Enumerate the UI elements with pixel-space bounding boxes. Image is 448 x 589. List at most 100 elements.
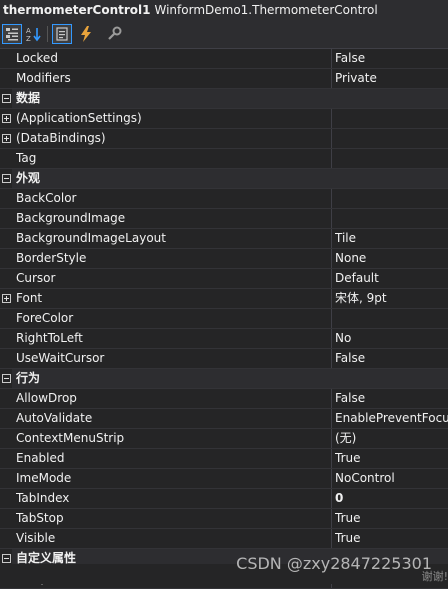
property-name: Modifiers <box>16 71 71 85</box>
property-value[interactable]: False <box>335 389 448 408</box>
property-value[interactable]: NoControl <box>335 469 448 488</box>
property-row[interactable]: ContextMenuStrip (无) <box>0 429 448 449</box>
category-row[interactable]: 外观 <box>0 169 448 189</box>
row-gutter <box>0 249 12 268</box>
property-name: BackgroundImage <box>16 211 126 225</box>
property-row[interactable]: ImeMode NoControl <box>0 469 448 489</box>
property-row[interactable]: Cursor Default <box>0 269 448 289</box>
property-value[interactable]: 宋体, 9pt <box>335 289 448 308</box>
property-name: BorderStyle <box>16 251 87 265</box>
property-pages-icon <box>108 26 122 40</box>
row-gutter <box>0 269 12 288</box>
property-value[interactable]: Tile <box>335 229 448 248</box>
property-name: RightToLeft <box>16 331 83 345</box>
property-row[interactable]: UseWaitCursor False <box>0 349 448 369</box>
property-row[interactable]: AutoValidate EnablePreventFocusChange <box>0 409 448 429</box>
properties-icon <box>56 27 68 41</box>
expand-icon[interactable] <box>2 114 11 123</box>
properties-title-bar: thermometerControl1 WinformDemo1.Thermome… <box>0 0 448 21</box>
property-value[interactable]: False <box>335 49 448 68</box>
property-name: Visible <box>16 531 56 545</box>
row-gutter <box>0 449 12 468</box>
property-pages-button[interactable] <box>104 24 124 44</box>
property-name: Cursor <box>16 271 56 285</box>
row-gutter <box>0 329 12 348</box>
property-row[interactable]: AllowDrop False <box>0 389 448 409</box>
property-row[interactable]: BorderStyle None <box>0 249 448 269</box>
row-gutter <box>0 49 12 68</box>
row-gutter <box>0 509 12 528</box>
property-value[interactable]: True <box>335 509 448 528</box>
property-row[interactable]: BackgroundImageLayout Tile <box>0 229 448 249</box>
row-gutter <box>0 189 12 208</box>
svg-text:A: A <box>26 27 31 35</box>
property-name: (DataBindings) <box>16 131 106 145</box>
property-value[interactable]: 0 <box>335 489 448 508</box>
row-gutter <box>0 489 12 508</box>
property-name: ImeMode <box>16 471 72 485</box>
property-row[interactable]: TabStop True <box>0 509 448 529</box>
alphabetical-button[interactable]: A Z <box>24 24 44 44</box>
property-name: Font <box>16 291 43 305</box>
property-name: (ApplicationSettings) <box>16 111 142 125</box>
property-grid: Locked False Modifiers Private 数据 (Applicatio… <box>0 49 448 589</box>
row-gutter <box>0 69 12 88</box>
property-row[interactable]: ForeColorControlText <box>0 309 448 329</box>
collapse-icon[interactable] <box>2 174 11 183</box>
property-name: Locked <box>16 51 58 65</box>
row-gutter <box>0 429 12 448</box>
category-label: 行为 <box>16 371 41 385</box>
property-value[interactable]: Private <box>335 69 448 88</box>
category-label: 数据 <box>16 91 41 105</box>
categorized-button[interactable] <box>2 24 22 44</box>
watermark-fragment: 谢谢! <box>421 570 448 583</box>
collapse-icon[interactable] <box>2 554 11 563</box>
property-row[interactable]: TabIndex 0 <box>0 489 448 509</box>
property-name: BackgroundImageLayout <box>16 231 166 245</box>
properties-button[interactable] <box>52 24 72 44</box>
property-row[interactable]: BackgroundImage(无) <box>0 209 448 229</box>
events-button[interactable] <box>76 24 96 44</box>
svg-text:Z: Z <box>26 35 31 42</box>
property-row[interactable]: RightToLeft No <box>0 329 448 349</box>
property-value[interactable]: Default <box>335 269 448 288</box>
watermark: CSDN @zxy2847225301 <box>236 554 432 573</box>
selected-control-type: WinformDemo1.ThermometerControl <box>154 3 378 17</box>
property-value[interactable]: No <box>335 329 448 348</box>
collapse-icon[interactable] <box>2 94 11 103</box>
categorized-icon <box>6 28 18 41</box>
row-gutter <box>0 309 12 328</box>
property-value[interactable]: EnablePreventFocusChange <box>335 409 448 428</box>
property-value[interactable]: (无) <box>335 429 448 448</box>
property-row[interactable]: Font 宋体, 9pt <box>0 289 448 309</box>
expand-icon[interactable] <box>2 294 11 303</box>
property-name: AutoValidate <box>16 411 93 425</box>
category-row[interactable]: 数据 <box>0 89 448 109</box>
property-value[interactable]: True <box>335 449 448 468</box>
property-value[interactable]: True <box>335 529 448 548</box>
property-name: Enabled <box>16 451 65 465</box>
row-gutter <box>0 209 12 228</box>
property-row[interactable]: Enabled True <box>0 449 448 469</box>
property-name: Tag <box>16 151 37 165</box>
row-gutter <box>0 529 12 548</box>
property-row[interactable]: (DataBindings) <box>0 129 448 149</box>
category-row[interactable]: 行为 <box>0 369 448 389</box>
property-value[interactable]: False <box>335 349 448 368</box>
property-row[interactable]: (ApplicationSettings) <box>0 109 448 129</box>
row-gutter <box>0 229 12 248</box>
property-row[interactable]: Visible True <box>0 529 448 549</box>
row-gutter <box>0 149 12 168</box>
property-row[interactable]: Modifiers Private <box>0 69 448 89</box>
row-gutter <box>0 349 12 368</box>
property-value[interactable]: None <box>335 249 448 268</box>
property-name: AllowDrop <box>16 391 77 405</box>
collapse-icon[interactable] <box>2 374 11 383</box>
expand-icon[interactable] <box>2 134 11 143</box>
property-name: ForeColor <box>16 311 74 325</box>
property-row[interactable]: Locked False <box>0 49 448 69</box>
property-row[interactable]: Tag <box>0 149 448 169</box>
events-icon <box>81 26 91 42</box>
property-row[interactable]: BackColorControl <box>0 189 448 209</box>
property-name: UseWaitCursor <box>16 351 105 365</box>
